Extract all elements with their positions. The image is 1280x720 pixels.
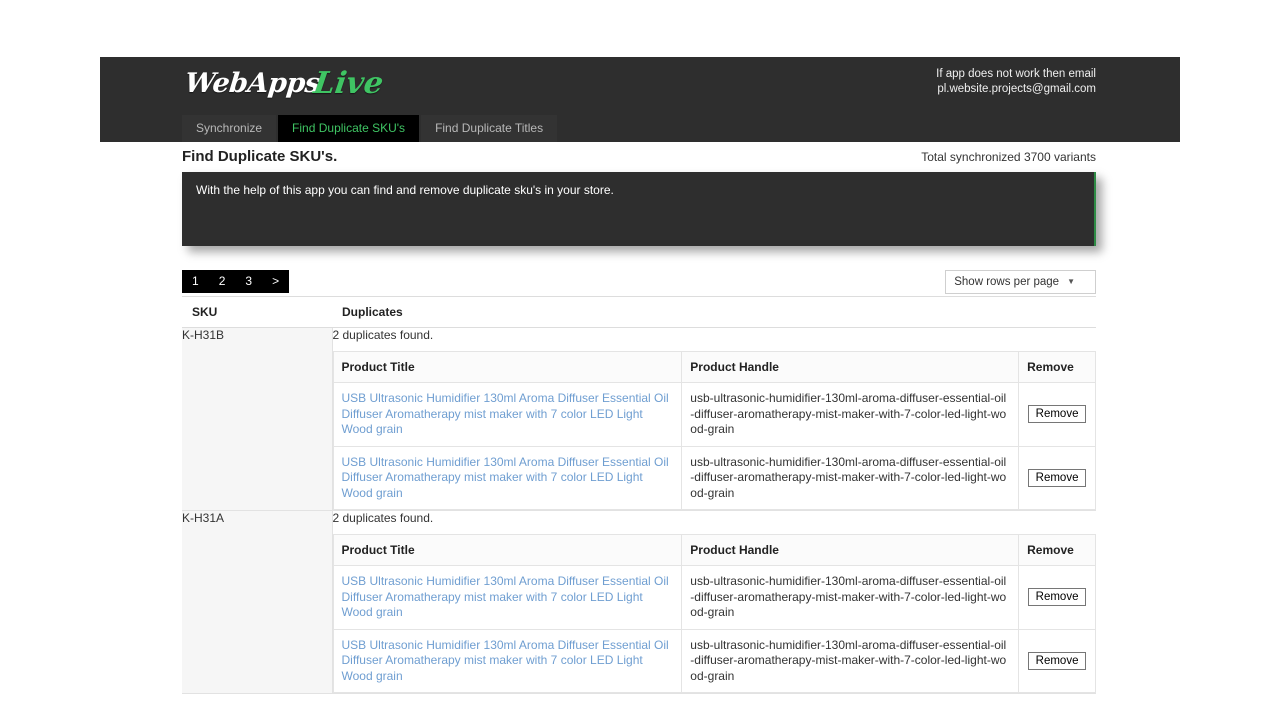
product-title-link[interactable]: USB Ultrasonic Humidifier 130ml Aroma Di… [342,391,674,438]
product-handle-cell: usb-ultrasonic-humidifier-130ml-aroma-di… [682,383,1019,447]
tab-synchronize[interactable]: Synchronize [182,115,276,142]
header-contact: If app does not work then email pl.websi… [936,67,1096,97]
app-root: WebApps Live If app does not work then e… [0,0,1280,720]
duplicate-items-header-row: Product Title Product Handle Remove [333,352,1096,383]
contact-line-2: pl.website.projects@gmail.com [936,82,1096,97]
duplicate-items-header-row: Product Title Product Handle Remove [333,535,1096,566]
remove-cell: Remove [1019,446,1096,510]
product-handle-text: usb-ultrasonic-humidifier-130ml-aroma-di… [690,638,1006,683]
list-item: USB Ultrasonic Humidifier 130ml Aroma Di… [333,629,1096,693]
column-header-remove: Remove [1019,352,1096,383]
sku-value: K-H31B [182,328,332,511]
duplicates-cell: 2 duplicates found. Product Title Produc… [332,328,1096,511]
product-title-cell: USB Ultrasonic Humidifier 130ml Aroma Di… [333,629,682,693]
contact-line-1: If app does not work then email [936,67,1096,82]
product-title-link[interactable]: USB Ultrasonic Humidifier 130ml Aroma Di… [342,455,674,502]
column-header-product-handle: Product Handle [682,535,1019,566]
duplicate-items-table: Product Title Product Handle Remove USB … [333,351,1097,510]
page-button-next[interactable]: > [262,270,289,293]
tab-find-duplicate-titles[interactable]: Find Duplicate Titles [421,115,557,142]
page-button-2[interactable]: 2 [209,270,236,293]
rows-per-page-label: Show rows per page [954,272,1059,292]
duplicates-table-header-row: SKU Duplicates [182,297,1096,328]
list-item: USB Ultrasonic Humidifier 130ml Aroma Di… [333,446,1096,510]
remove-cell: Remove [1019,566,1096,630]
nav-tabs: Synchronize Find Duplicate SKU's Find Du… [182,115,559,142]
info-banner-text: With the help of this app you can find a… [196,183,614,197]
product-handle-text: usb-ultrasonic-humidifier-130ml-aroma-di… [690,391,1006,436]
main-content: Find Duplicate SKU's. Total synchronized… [182,148,1096,694]
duplicates-found-text: 2 duplicates found. [333,511,1097,525]
chevron-down-icon: ▼ [1067,278,1075,286]
duplicate-items-body: USB Ultrasonic Humidifier 130ml Aroma Di… [333,566,1096,693]
product-handle-cell: usb-ultrasonic-humidifier-130ml-aroma-di… [682,629,1019,693]
remove-button[interactable]: Remove [1028,405,1087,423]
column-header-remove: Remove [1019,535,1096,566]
table-row: K-H31B 2 duplicates found. Product Title… [182,328,1096,511]
duplicates-table-body: K-H31B 2 duplicates found. Product Title… [182,328,1096,694]
logo-text-primary: WebApps [183,68,321,99]
total-synchronized-label: Total synchronized 3700 variants [921,150,1096,164]
product-handle-text: usb-ultrasonic-humidifier-130ml-aroma-di… [690,574,1006,619]
product-handle-cell: usb-ultrasonic-humidifier-130ml-aroma-di… [682,446,1019,510]
remove-button[interactable]: Remove [1028,652,1087,670]
column-header-product-title: Product Title [333,352,682,383]
title-row: Find Duplicate SKU's. Total synchronized… [182,148,1096,172]
info-banner: With the help of this app you can find a… [182,172,1096,246]
remove-button[interactable]: Remove [1028,588,1087,606]
logo-text-accent: Live [311,66,385,101]
list-item: USB Ultrasonic Humidifier 130ml Aroma Di… [333,566,1096,630]
page-button-1[interactable]: 1 [182,270,209,293]
duplicates-found-text: 2 duplicates found. [333,328,1097,342]
duplicate-items-head: Product Title Product Handle Remove [333,352,1096,383]
column-header-product-handle: Product Handle [682,352,1019,383]
product-handle-cell: usb-ultrasonic-humidifier-130ml-aroma-di… [682,566,1019,630]
tab-find-duplicate-skus[interactable]: Find Duplicate SKU's [278,115,419,142]
table-row: K-H31A 2 duplicates found. Product Title… [182,511,1096,694]
remove-button[interactable]: Remove [1028,469,1087,487]
duplicate-items-body: USB Ultrasonic Humidifier 130ml Aroma Di… [333,383,1096,510]
pagination: 1 2 3 > [182,270,289,293]
page-title: Find Duplicate SKU's. [182,148,337,165]
duplicates-table: SKU Duplicates K-H31B 2 duplicates found… [182,296,1096,694]
duplicate-items-head: Product Title Product Handle Remove [333,535,1096,566]
product-handle-text: usb-ultrasonic-humidifier-130ml-aroma-di… [690,455,1006,500]
remove-cell: Remove [1019,629,1096,693]
column-header-sku: SKU [182,297,332,328]
list-item: USB Ultrasonic Humidifier 130ml Aroma Di… [333,383,1096,447]
column-header-duplicates: Duplicates [332,297,1096,328]
table-toolbar: 1 2 3 > Show rows per page ▼ [182,268,1096,295]
product-title-cell: USB Ultrasonic Humidifier 130ml Aroma Di… [333,566,682,630]
duplicates-cell: 2 duplicates found. Product Title Produc… [332,511,1096,694]
rows-per-page-select[interactable]: Show rows per page ▼ [945,270,1096,294]
product-title-cell: USB Ultrasonic Humidifier 130ml Aroma Di… [333,383,682,447]
page-button-3[interactable]: 3 [235,270,262,293]
product-title-cell: USB Ultrasonic Humidifier 130ml Aroma Di… [333,446,682,510]
site-header: WebApps Live If app does not work then e… [100,57,1180,142]
product-title-link[interactable]: USB Ultrasonic Humidifier 130ml Aroma Di… [342,638,674,685]
duplicate-items-table: Product Title Product Handle Remove USB … [333,534,1097,693]
remove-cell: Remove [1019,383,1096,447]
duplicates-table-head: SKU Duplicates [182,297,1096,328]
logo: WebApps Live [185,64,383,102]
sku-value: K-H31A [182,511,332,694]
product-title-link[interactable]: USB Ultrasonic Humidifier 130ml Aroma Di… [342,574,674,621]
column-header-product-title: Product Title [333,535,682,566]
